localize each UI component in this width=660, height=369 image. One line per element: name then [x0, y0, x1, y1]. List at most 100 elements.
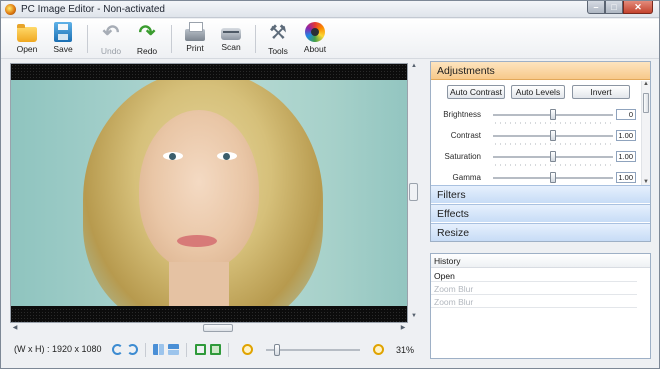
tools-icon: ⚒	[269, 22, 287, 44]
scanner-icon	[221, 28, 241, 40]
adjustment-slider[interactable]	[493, 172, 613, 183]
status-separator	[145, 343, 146, 357]
canvas-horizontal-scrollbar[interactable]: ◀ ▶	[10, 323, 408, 333]
filters-section-header[interactable]: Filters	[431, 185, 650, 203]
adjustment-slider-thumb[interactable]	[550, 151, 556, 162]
undo-arrow-icon: ↶	[102, 22, 120, 44]
print-button[interactable]: Print	[177, 22, 213, 58]
about-button[interactable]: About	[297, 22, 333, 58]
minimize-icon: –	[593, 2, 599, 12]
adjustment-value-field[interactable]: 1.00	[616, 130, 636, 141]
actual-size-icon[interactable]	[210, 344, 221, 355]
status-separator	[228, 343, 229, 357]
scroll-up-icon[interactable]: ▲	[409, 63, 419, 73]
window-controls: – □ ✕	[587, 1, 653, 14]
adjustments-panel: Adjustments Auto Contrast Auto Levels In…	[430, 61, 651, 242]
adjustments-title: Adjustments	[437, 65, 495, 77]
slider-ticks	[493, 143, 613, 145]
adjustment-value-field[interactable]: 0	[616, 109, 636, 120]
scan-button[interactable]: Scan	[213, 22, 249, 58]
effects-title: Effects	[437, 208, 469, 220]
history-item-label: Zoom Blur	[434, 297, 474, 307]
history-item[interactable]: Open	[431, 269, 637, 282]
adjustments-body: Auto Contrast Auto Levels Invert Brightn…	[431, 81, 641, 185]
open-button[interactable]: Open	[9, 22, 45, 58]
adjustment-label: Saturation	[444, 152, 481, 161]
adjustment-slider[interactable]	[493, 151, 613, 162]
redo-button[interactable]: ↷ Redo	[129, 22, 165, 58]
history-item-label: Zoom Blur	[434, 284, 474, 294]
undo-label: Undo	[100, 46, 122, 56]
auto-contrast-button[interactable]: Auto Contrast	[447, 85, 505, 99]
adjustment-label: Contrast	[450, 131, 481, 140]
scroll-left-icon[interactable]: ◀	[10, 323, 20, 333]
adjustment-value-field[interactable]: 1.00	[616, 151, 636, 162]
adjustments-header[interactable]: Adjustments	[431, 62, 650, 80]
floppy-disk-icon	[54, 22, 72, 42]
toolbar-separator	[171, 25, 172, 53]
print-label: Print	[186, 43, 204, 53]
horizontal-scroll-thumb[interactable]	[203, 324, 233, 332]
folder-open-icon	[17, 24, 37, 42]
title-bar: PC Image Editor - Non-activated – □ ✕	[1, 1, 659, 18]
undo-button[interactable]: ↶ Undo	[93, 22, 129, 58]
zoom-slider[interactable]	[266, 344, 360, 356]
history-title: History	[434, 256, 461, 266]
maximize-icon: □	[611, 2, 617, 12]
adjustment-value-field[interactable]: 1.00	[616, 172, 636, 183]
flip-vertical-icon[interactable]	[168, 344, 179, 355]
app-window: PC Image Editor - Non-activated – □ ✕ Op…	[0, 0, 660, 369]
minimize-button[interactable]: –	[587, 1, 605, 14]
toolbar-separator	[255, 25, 256, 53]
adjustment-label: Brightness	[443, 110, 481, 119]
scroll-right-icon[interactable]: ▶	[398, 323, 408, 333]
save-button[interactable]: Save	[45, 22, 81, 58]
save-label: Save	[53, 44, 73, 54]
adjustment-slider-thumb[interactable]	[550, 130, 556, 141]
canvas-margin-bottom	[11, 308, 407, 322]
rotate-left-icon[interactable]	[112, 344, 123, 355]
status-separator	[186, 343, 187, 357]
history-item-label: Open	[434, 271, 455, 281]
panel-splitter-grip[interactable]	[409, 183, 418, 201]
portrait-photo	[11, 80, 407, 306]
tools-button[interactable]: ⚒ Tools	[260, 22, 296, 58]
history-panel: History Open Zoom Blur Zoom Blur	[430, 253, 651, 359]
history-item[interactable]: Zoom Blur	[431, 295, 637, 308]
adjustments-scroll-thumb[interactable]	[643, 93, 649, 113]
fit-to-window-icon[interactable]	[195, 344, 206, 355]
adjustment-slider-thumb[interactable]	[550, 109, 556, 120]
zoom-out-icon[interactable]	[242, 344, 253, 355]
window-title: PC Image Editor - Non-activated	[21, 4, 165, 15]
adjustments-scrollbar[interactable]: ▲ ▼	[641, 81, 650, 185]
zoom-percentage: 31%	[396, 345, 415, 355]
slider-ticks	[493, 164, 613, 166]
adjustment-slider[interactable]	[493, 130, 613, 141]
flip-horizontal-icon[interactable]	[153, 344, 164, 355]
history-item[interactable]: Zoom Blur	[431, 282, 637, 295]
invert-button[interactable]: Invert	[572, 85, 630, 99]
scroll-up-icon[interactable]: ▲	[642, 81, 650, 87]
main-toolbar: Open Save ↶ Undo ↷ Redo Print Scan ⚒ Too…	[1, 19, 659, 59]
adjustment-slider-thumb[interactable]	[550, 172, 556, 183]
zoom-slider-thumb[interactable]	[273, 344, 280, 356]
effects-section-header[interactable]: Effects	[431, 204, 650, 222]
redo-arrow-icon: ↷	[138, 22, 156, 44]
photo-eye-left	[163, 152, 183, 160]
scroll-down-icon[interactable]: ▼	[409, 313, 419, 323]
zoom-in-icon[interactable]	[373, 344, 384, 355]
close-button[interactable]: ✕	[623, 1, 653, 14]
rotate-right-icon[interactable]	[127, 344, 138, 355]
tools-label: Tools	[268, 46, 288, 56]
photo-neck	[169, 262, 229, 306]
auto-levels-button[interactable]: Auto Levels	[511, 85, 565, 99]
canvas-margin-top	[11, 64, 407, 78]
filters-title: Filters	[437, 189, 466, 201]
maximize-button[interactable]: □	[605, 1, 623, 14]
resize-section-header[interactable]: Resize	[431, 223, 650, 241]
image-canvas[interactable]	[10, 63, 408, 323]
adjustment-slider[interactable]	[493, 109, 613, 120]
printer-icon	[185, 22, 205, 41]
app-logo-icon	[5, 4, 16, 15]
history-header: History	[431, 254, 650, 268]
